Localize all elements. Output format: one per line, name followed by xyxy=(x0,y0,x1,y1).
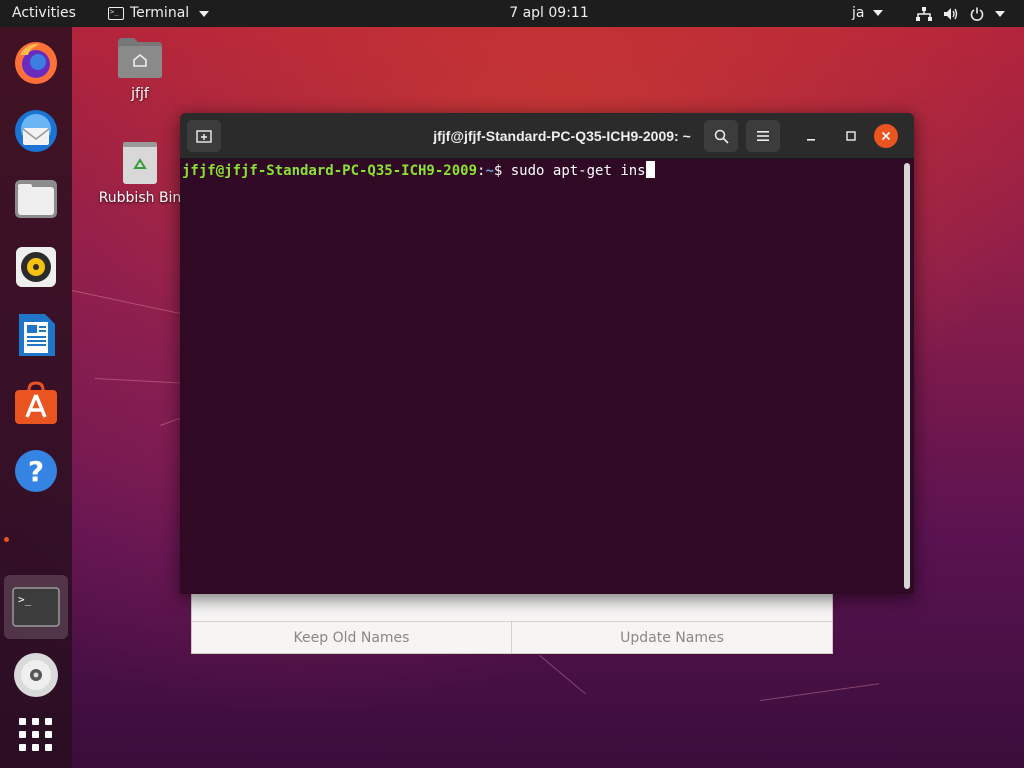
desktop-home-folder[interactable]: jfjf xyxy=(95,36,185,102)
prompt-user-host: jfjf@jfjf-Standard-PC-Q35-ICH9-2009 xyxy=(182,163,478,179)
search-icon xyxy=(714,129,729,144)
terminal-scrollbar[interactable] xyxy=(904,163,910,589)
dock-help[interactable]: ? xyxy=(8,443,64,499)
update-names-button[interactable]: Update Names xyxy=(512,621,832,654)
power-icon xyxy=(970,7,984,21)
hamburger-icon xyxy=(757,131,769,141)
minimize-button[interactable] xyxy=(794,120,828,152)
dock-show-applications[interactable] xyxy=(8,707,64,763)
wallpaper-line xyxy=(539,655,586,695)
dock-rhythmbox[interactable] xyxy=(8,239,64,295)
system-tray[interactable] xyxy=(916,0,1005,27)
desktop-screen: Activities >_ Terminal 7 apl 09:11 ja ? … xyxy=(0,0,1024,768)
menu-button[interactable] xyxy=(746,120,780,152)
terminal-output[interactable]: jfjf@jfjf-Standard-PC-Q35-ICH9-2009:~$ s… xyxy=(180,159,904,594)
writer-icon xyxy=(19,314,55,356)
close-icon xyxy=(881,131,891,141)
search-button[interactable] xyxy=(704,120,738,152)
prompt-path: ~ xyxy=(485,163,494,179)
maximize-button[interactable] xyxy=(834,120,868,152)
new-tab-icon xyxy=(196,130,212,143)
terminal-window[interactable]: jfjf@jfjf-Standard-PC-Q35-ICH9-2009: ~ j… xyxy=(180,113,914,594)
maximize-icon xyxy=(846,131,856,141)
dock: ? >_ xyxy=(0,27,72,768)
desktop-trash[interactable]: Rubbish Bin xyxy=(95,140,185,206)
dock-disc[interactable] xyxy=(8,647,64,703)
wallpaper-line xyxy=(760,683,879,701)
disc-icon xyxy=(14,653,58,697)
command-input[interactable]: sudo apt-get ins xyxy=(511,163,646,179)
running-indicator xyxy=(4,537,9,542)
dock-firefox[interactable] xyxy=(8,35,64,91)
chevron-down-icon xyxy=(995,10,1005,17)
trash-icon xyxy=(123,142,157,184)
network-icon xyxy=(916,6,932,21)
dock-files[interactable] xyxy=(8,171,64,227)
svg-text:>_: >_ xyxy=(18,593,32,606)
dock-software[interactable] xyxy=(8,375,64,431)
terminal-header-bar[interactable]: jfjf@jfjf-Standard-PC-Q35-ICH9-2009: ~ xyxy=(180,113,914,159)
volume-icon xyxy=(943,7,959,21)
minimize-icon xyxy=(807,139,815,141)
input-source-label: ja xyxy=(852,5,865,21)
keep-old-names-button[interactable]: Keep Old Names xyxy=(192,621,512,654)
terminal-icon: >_ xyxy=(12,587,60,627)
dock-writer[interactable] xyxy=(8,307,64,363)
close-button[interactable] xyxy=(874,124,898,148)
home-folder-label: jfjf xyxy=(131,86,149,102)
help-icon: ? xyxy=(15,450,57,492)
app-grid-icon xyxy=(19,718,52,751)
software-icon xyxy=(15,381,57,424)
dock-thunderbird[interactable] xyxy=(8,103,64,159)
text-cursor xyxy=(645,161,655,178)
top-bar: Activities >_ Terminal 7 apl 09:11 ja xyxy=(0,0,1024,27)
files-icon xyxy=(15,180,57,218)
new-tab-button[interactable] xyxy=(187,120,221,152)
svg-text:?: ? xyxy=(28,455,44,488)
chevron-down-icon xyxy=(872,10,883,16)
wallpaper-line xyxy=(94,378,185,384)
thunderbird-icon xyxy=(15,110,57,152)
rename-dialog: Keep Old Names Update Names xyxy=(191,588,833,654)
rhythmbox-icon xyxy=(16,247,56,287)
prompt-symbol: $ xyxy=(493,163,511,179)
home-folder-icon xyxy=(118,38,162,78)
trash-label: Rubbish Bin xyxy=(98,190,182,206)
dock-terminal[interactable]: >_ xyxy=(4,575,68,639)
firefox-icon xyxy=(15,42,57,84)
input-source-menu[interactable]: ja xyxy=(852,0,883,27)
